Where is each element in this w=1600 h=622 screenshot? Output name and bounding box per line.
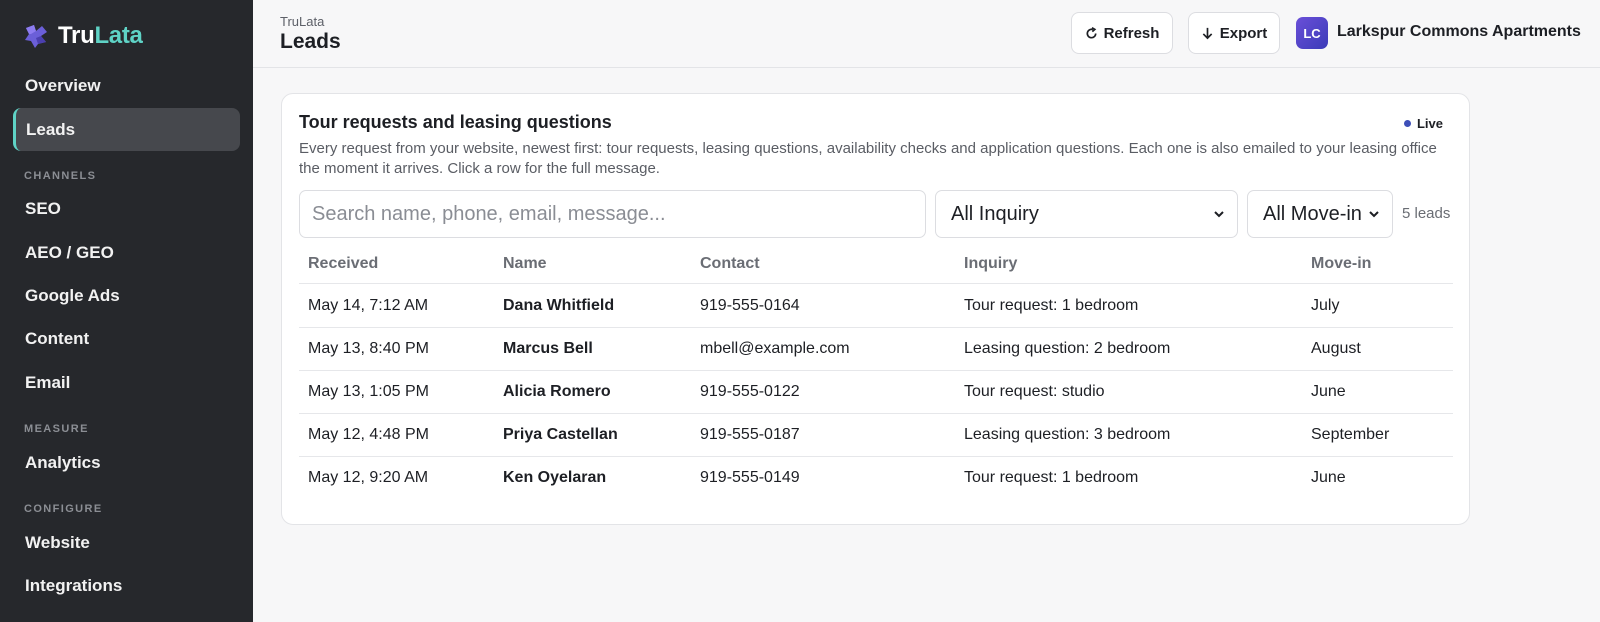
lead-count: 5 leads [1402, 205, 1451, 222]
cell-name: Priya Castellan [503, 426, 618, 443]
trulata-logo-icon [25, 25, 47, 48]
cell-movein: July [1311, 297, 1340, 314]
column-header-inquiry[interactable]: Inquiry [964, 255, 1017, 273]
chevron-down-icon [1214, 211, 1224, 218]
export-button[interactable]: Export [1188, 12, 1280, 54]
section-label-configure: CONFIGURE [24, 503, 103, 515]
sidebar-item-content[interactable]: Content [13, 317, 240, 360]
arrow-down-icon [1202, 27, 1213, 39]
sidebar-item-email[interactable]: Email [13, 361, 240, 404]
sidebar-item-overview[interactable]: Overview [13, 64, 240, 107]
movein-filter-value: All Move-in [1263, 202, 1362, 225]
section-label-channels: CHANNELS [24, 170, 97, 182]
cell-received: May 12, 4:48 PM [308, 426, 429, 443]
inquiry-filter-select[interactable]: All Inquiry [935, 190, 1238, 238]
avatar[interactable]: LC [1296, 17, 1328, 49]
sidebar-item-aeo-geo[interactable]: AEO / GEO [13, 231, 240, 274]
cell-inquiry: Tour request: 1 bedroom [964, 297, 1139, 314]
cell-contact: 919-555-0187 [700, 426, 800, 443]
sidebar-item-integrations[interactable]: Integrations [13, 564, 240, 607]
cell-contact: mbell@example.com [700, 340, 850, 357]
cell-name: Ken Oyelaran [503, 469, 607, 486]
leads-card: Tour requests and leasing questions Live… [281, 93, 1470, 525]
column-header-movein[interactable]: Move-in [1311, 255, 1371, 273]
cell-contact: 919-555-0164 [700, 297, 800, 314]
cell-movein: June [1311, 469, 1346, 486]
page-title: Leads [280, 30, 341, 53]
cell-received: May 14, 7:12 AM [308, 297, 429, 314]
cell-received: May 12, 9:20 AM [308, 469, 429, 486]
cell-movein: June [1311, 383, 1346, 400]
refresh-label: Refresh [1103, 24, 1160, 42]
page-header: TruLata Leads Refresh Export LC Larkspur… [253, 0, 1600, 68]
breadcrumb[interactable]: TruLata [280, 14, 324, 29]
cell-name: Dana Whitfield [503, 297, 615, 314]
cell-contact: 919-555-0149 [700, 469, 800, 486]
chevron-down-icon [1369, 211, 1379, 218]
search-input[interactable] [299, 190, 926, 238]
cell-movein: September [1311, 426, 1390, 443]
refresh-icon [1086, 26, 1097, 39]
table-row[interactable]: May 14, 7:12 AM Dana Whitfield 919-555-0… [299, 285, 1453, 328]
cell-received: May 13, 1:05 PM [308, 383, 429, 400]
sidebar-item-google-ads[interactable]: Google Ads [13, 274, 240, 317]
sidebar-item-seo[interactable]: SEO [13, 187, 240, 230]
inquiry-filter-value: All Inquiry [951, 202, 1039, 225]
table-row[interactable]: May 12, 9:20 AM Ken Oyelaran 919-555-014… [299, 457, 1453, 500]
cell-received: May 13, 8:40 PM [308, 340, 429, 357]
sidebar-item-website[interactable]: Website [13, 521, 240, 564]
live-indicator: Live [1403, 116, 1443, 131]
sidebar-item-analytics[interactable]: Analytics [13, 441, 240, 484]
cell-inquiry: Tour request: studio [964, 383, 1105, 400]
section-label-measure: MEASURE [24, 423, 89, 435]
cell-contact: 919-555-0122 [700, 383, 800, 400]
column-header-received[interactable]: Received [308, 255, 378, 273]
live-dot-icon [1403, 120, 1411, 127]
cell-inquiry: Tour request: 1 bedroom [964, 469, 1139, 486]
column-header-contact[interactable]: Contact [700, 255, 760, 273]
property-name[interactable]: Larkspur Commons Apartments [1337, 23, 1581, 41]
cell-inquiry: Leasing question: 2 bedroom [964, 340, 1171, 357]
table-row[interactable]: May 13, 8:40 PM Marcus Bell mbell@exampl… [299, 328, 1453, 371]
cell-movein: August [1311, 340, 1361, 357]
export-label: Export [1219, 24, 1268, 42]
brand[interactable]: TruLata [22, 22, 143, 50]
cell-name: Marcus Bell [503, 340, 593, 357]
column-header-name[interactable]: Name [503, 255, 547, 273]
card-description: Every request from your website, newest … [299, 140, 1437, 177]
card-title: Tour requests and leasing questions [299, 112, 612, 132]
live-label: Live [1416, 116, 1443, 131]
sidebar: TruLata Overview Leads CHANNELS SEO AEO … [0, 0, 253, 622]
table-header: Received Name Contact Inquiry Move-in [299, 242, 1453, 284]
refresh-button[interactable]: Refresh [1071, 12, 1173, 54]
cell-inquiry: Leasing question: 3 bedroom [964, 426, 1171, 443]
table-row[interactable]: May 13, 1:05 PM Alicia Romero 919-555-01… [299, 371, 1453, 414]
sidebar-item-leads[interactable]: Leads [13, 108, 240, 151]
table-row[interactable]: May 12, 4:48 PM Priya Castellan 919-555-… [299, 414, 1453, 457]
movein-filter-select[interactable]: All Move-in [1247, 190, 1393, 238]
brand-name: TruLata [58, 22, 143, 49]
cell-name: Alicia Romero [503, 383, 611, 400]
